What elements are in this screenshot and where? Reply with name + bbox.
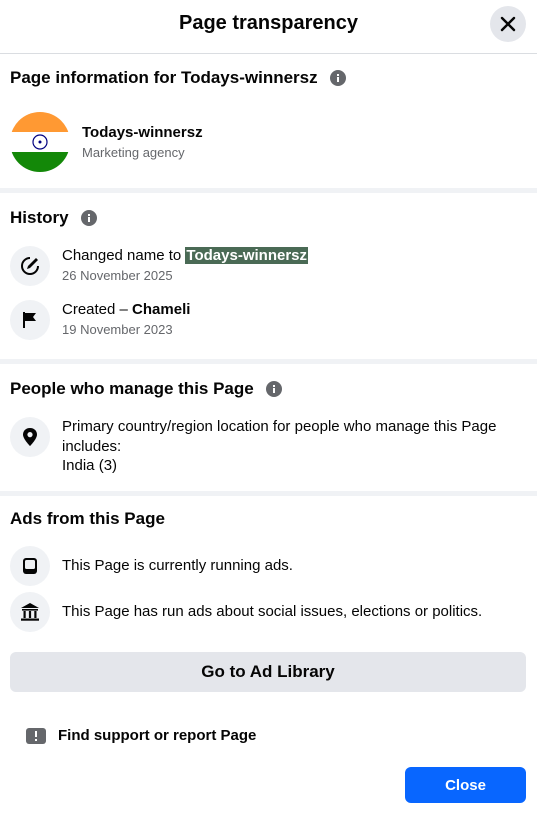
edit-icon bbox=[21, 257, 39, 275]
history-item: Created – Chameli bbox=[62, 301, 191, 318]
flag-icon bbox=[23, 312, 36, 328]
india-flag-icon bbox=[10, 112, 70, 172]
location-pin-icon bbox=[23, 428, 37, 446]
ad-screen-icon bbox=[23, 558, 37, 574]
managers-country: India (3) bbox=[62, 457, 118, 474]
managers-description: Primary country/region location for peop… bbox=[62, 418, 497, 455]
section-divider bbox=[0, 491, 537, 496]
page-name: Todays-winnersz bbox=[82, 124, 203, 141]
support-report-link[interactable]: Find support or report Page bbox=[26, 727, 256, 744]
page-info-title: Page information for Todays-winnersz bbox=[10, 68, 346, 88]
political-ads-icon-wrap bbox=[10, 592, 50, 632]
created-icon-wrap bbox=[10, 300, 50, 340]
ad-library-button[interactable]: Go to Ad Library bbox=[10, 652, 526, 692]
ads-running-text: This Page is currently running ads. bbox=[62, 557, 293, 574]
page-category: Marketing agency bbox=[82, 145, 185, 160]
name-change-icon-wrap bbox=[10, 246, 50, 286]
section-divider bbox=[0, 188, 537, 193]
location-icon-wrap bbox=[10, 417, 50, 457]
highlighted-name: Todays-winnersz bbox=[185, 247, 309, 264]
history-item: Changed name to Todays-winnersz bbox=[62, 247, 309, 264]
political-ads-text: This Page has run ads about social issue… bbox=[62, 603, 483, 620]
history-date: 19 November 2023 bbox=[62, 322, 173, 337]
support-report-label: Find support or report Page bbox=[58, 727, 257, 744]
close-button[interactable]: Close bbox=[405, 767, 526, 803]
government-building-icon bbox=[21, 603, 39, 621]
section-divider bbox=[0, 359, 537, 364]
info-icon[interactable] bbox=[329, 70, 346, 86]
close-dialog-button[interactable] bbox=[490, 6, 526, 42]
ads-title: Ads from this Page bbox=[10, 509, 165, 528]
managers-title: People who manage this Page bbox=[10, 379, 282, 399]
info-icon[interactable] bbox=[80, 210, 97, 226]
history-title: History bbox=[10, 208, 97, 228]
page-avatar bbox=[10, 112, 70, 172]
history-date: 26 November 2025 bbox=[62, 268, 173, 283]
close-icon bbox=[500, 16, 516, 32]
info-icon[interactable] bbox=[265, 381, 282, 397]
ads-running-icon-wrap bbox=[10, 546, 50, 586]
dialog-header: Page transparency bbox=[0, 0, 537, 54]
report-icon bbox=[26, 727, 46, 744]
dialog-title: Page transparency bbox=[179, 12, 358, 34]
